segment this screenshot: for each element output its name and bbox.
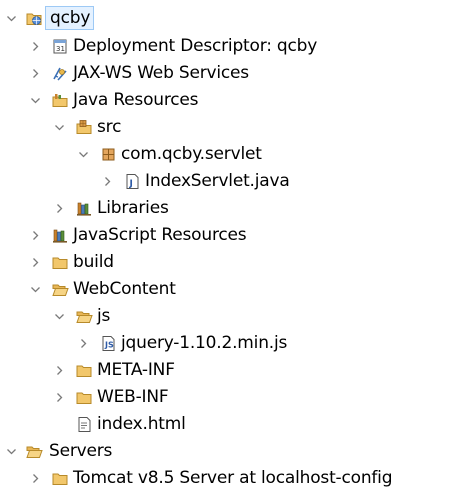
chevron-down-icon[interactable]	[54, 311, 65, 322]
tree-item-tomcat-config[interactable]: Tomcat v8.5 Server at localhost-config	[0, 465, 468, 492]
tree-item-label: IndexServlet.java	[145, 171, 290, 191]
libraries-icon	[76, 200, 93, 217]
tree-item-src[interactable]: src	[0, 114, 468, 141]
chevron-right-icon[interactable]	[102, 176, 113, 187]
tree-item-webcontent[interactable]: WebContent	[0, 276, 468, 303]
tree-item-com-qcby-servlet[interactable]: com.qcby.servlet	[0, 141, 468, 168]
folder-icon	[52, 254, 69, 271]
chevron-down-icon[interactable]	[54, 122, 65, 133]
tree-item-deployment-descriptor[interactable]: 31 Deployment Descriptor: qcby	[0, 33, 468, 60]
chevron-right-icon[interactable]	[30, 257, 41, 268]
tree-item-js[interactable]: js	[0, 303, 468, 330]
java-resources-icon	[52, 92, 69, 109]
package-icon	[100, 146, 117, 163]
tree-item-web-inf[interactable]: WEB-INF	[0, 384, 468, 411]
tree-item-label: JAX-WS Web Services	[73, 63, 249, 83]
tree-item-label: WEB-INF	[97, 387, 169, 407]
tree-item-label: qcby	[45, 6, 95, 30]
java-file-icon: J	[124, 173, 141, 190]
tree-item-label: Libraries	[97, 198, 169, 218]
tree-item-label: com.qcby.servlet	[121, 144, 262, 164]
chevron-right-icon[interactable]	[30, 41, 41, 52]
chevron-right-icon[interactable]	[30, 230, 41, 241]
tree-item-jquery-min-js[interactable]: JS jquery-1.10.2.min.js	[0, 330, 468, 357]
tree-item-qcby[interactable]: qcby	[0, 5, 468, 32]
chevron-down-icon[interactable]	[78, 149, 89, 160]
tree-item-javascript-resources[interactable]: JavaScript Resources	[0, 222, 468, 249]
chevron-down-icon[interactable]	[30, 95, 41, 106]
svg-text:JS: JS	[104, 341, 114, 350]
svg-text:J: J	[129, 179, 133, 189]
folder-open-icon	[76, 308, 93, 325]
folder-icon	[76, 362, 93, 379]
folder-open-icon	[26, 443, 43, 460]
tree-item-meta-inf[interactable]: META-INF	[0, 357, 468, 384]
tree-item-java-resources[interactable]: Java Resources	[0, 87, 468, 114]
project-explorer-tree: qcby 31 Deployment Descriptor: qcby JAX-…	[0, 0, 468, 497]
chevron-down-icon[interactable]	[6, 13, 17, 24]
tree-item-label: index.html	[97, 414, 186, 434]
tree-item-label: build	[73, 252, 114, 272]
folder-open-icon	[52, 281, 69, 298]
tree-item-label: src	[97, 117, 122, 137]
tree-item-libraries[interactable]: Libraries	[0, 195, 468, 222]
tree-item-label: Servers	[49, 441, 113, 461]
chevron-right-icon[interactable]	[54, 392, 65, 403]
folder-icon	[76, 389, 93, 406]
deployment-descriptor-icon: 31	[52, 38, 69, 55]
tree-item-label: JavaScript Resources	[73, 225, 247, 245]
chevron-down-icon[interactable]	[6, 446, 17, 457]
tree-item-label: Deployment Descriptor: qcby	[73, 36, 318, 56]
tree-item-label: META-INF	[97, 360, 175, 380]
tree-item-build[interactable]: build	[0, 249, 468, 276]
chevron-right-icon[interactable]	[54, 203, 65, 214]
web-project-icon	[26, 10, 43, 27]
tree-item-jax-ws-web-services[interactable]: JAX-WS Web Services	[0, 60, 468, 87]
svg-text:31: 31	[56, 45, 65, 53]
tree-item-label: js	[97, 306, 111, 326]
tree-item-index-html[interactable]: index.html	[0, 411, 468, 438]
tree-item-label: jquery-1.10.2.min.js	[121, 333, 288, 353]
chevron-right-icon[interactable]	[30, 473, 41, 484]
javascript-file-icon: JS	[100, 335, 117, 352]
tree-item-label: WebContent	[73, 279, 176, 299]
chevron-right-icon[interactable]	[78, 338, 89, 349]
chevron-down-icon[interactable]	[30, 284, 41, 295]
tree-item-label: Java Resources	[73, 90, 199, 110]
chevron-right-icon[interactable]	[30, 68, 41, 79]
tree-item-servers[interactable]: Servers	[0, 438, 468, 465]
web-services-icon	[52, 65, 69, 82]
libraries-icon	[52, 227, 69, 244]
folder-icon	[52, 470, 69, 487]
source-folder-icon	[76, 119, 93, 136]
tree-item-indexservlet-java[interactable]: J IndexServlet.java	[0, 168, 468, 195]
html-file-icon	[76, 416, 93, 433]
chevron-right-icon[interactable]	[54, 365, 65, 376]
tree-item-label: Tomcat v8.5 Server at localhost-config	[73, 468, 393, 488]
